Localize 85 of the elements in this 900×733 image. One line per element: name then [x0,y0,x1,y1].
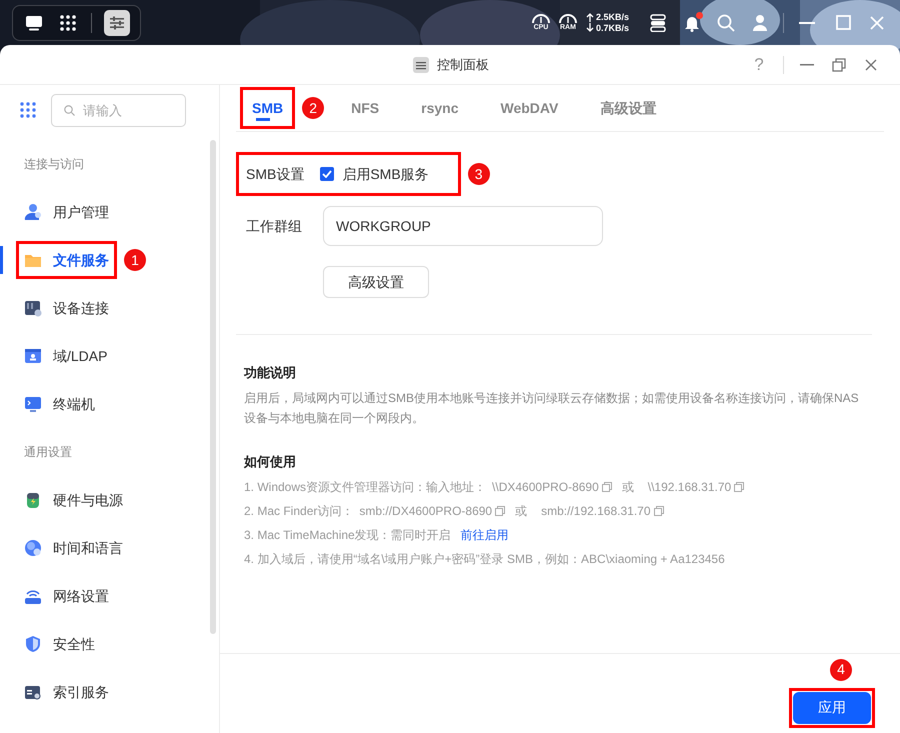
user-icon [752,14,768,32]
sidebar-item[interactable]: 终端机 [20,389,99,419]
control-panel-button[interactable] [104,10,130,36]
address-text: \\192.168.31.70 [648,479,732,496]
minimize-icon [800,64,814,66]
close-icon [870,16,884,30]
annotation-badge: 2 [302,97,324,119]
workgroup-field[interactable]: WORKGROUP [323,206,603,246]
sidebar-item-icon [24,683,42,701]
apps-icon [20,102,36,118]
annotation-badge: 1 [124,249,146,271]
annotation-badge: 3 [468,163,490,185]
address-text: smb://192.168.31.70 [541,503,651,520]
checkbox[interactable]: 启用SMB服务 [320,164,429,184]
copy-icon [495,506,506,516]
field-label: SMB设置 [246,164,304,184]
search-icon [64,104,75,116]
sidebar-item[interactable]: 网络设置 [20,581,113,611]
sliders-icon [416,60,426,70]
description-text: 启用后，局域网内可以通过SMB使用本地账号连接并访问绿联云存储数据；如需使用设备名称连接访问，请确保NAS设备与本地电脑在同一个网段内。 [244,390,860,426]
tab[interactable]: rsync [413,91,466,125]
apply-button[interactable]: 应用 [793,692,871,724]
tab[interactable]: SMB [244,91,292,125]
sidebar-item-icon [24,539,42,557]
monitor-icon [25,14,43,30]
close-icon [865,59,877,71]
tab[interactable]: NFS [343,91,388,125]
sidebar-item-icon [24,347,42,365]
instruction-text: 或 [622,479,634,496]
sliders-icon [109,16,125,30]
copy-button[interactable] [654,506,664,516]
sidebar-item-icon [24,395,42,413]
copy-icon [654,506,664,516]
download-speed: 0.7KB/s [596,22,629,34]
upload-speed: 2.5KB/s [596,12,629,22]
arrow-up-icon [586,12,594,22]
maximize-icon [836,15,850,30]
field-label: 工作群组 [245,216,303,236]
sidebar-item-icon [24,299,42,317]
section-heading: 如何使用 [244,452,297,470]
section-title: 通用设置 [23,444,73,461]
restore-button[interactable] [830,56,848,74]
sidebar-item[interactable]: 索引服务 [20,677,113,707]
sidebar-item-icon [24,203,42,221]
sidebar-item[interactable]: 时间和语言 [20,533,127,563]
instruction-text: 2. Mac Finder访问： [244,503,354,520]
server-icon [650,14,666,32]
sidebar-item-icon [24,635,42,653]
instruction-text: 3. Mac TimeMachine发现：需同时开启 [244,527,451,544]
minimize-icon [799,22,815,24]
sidebar-item[interactable]: 设备连接 [20,293,113,323]
search-icon [717,14,735,32]
sidebar-item[interactable]: 安全性 [20,629,99,659]
sidebar-item[interactable]: 硬件与电源 [20,485,127,515]
check-icon [322,170,332,178]
address-text: \\DX4600PRO-8690 [492,479,599,496]
advanced-settings-button[interactable]: 高级设置 [323,266,429,298]
copy-icon [734,482,744,492]
section-heading: 功能说明 [244,364,297,382]
selection-indicator [0,246,3,274]
tab[interactable]: WebDAV [492,91,566,125]
sidebar-item-icon [24,491,42,509]
instruction-text: 4. 加入域后，请使用“域名\域用户账户+密码”登录 SMB，例如：ABC\xiaoming + Aa123456 [244,551,725,568]
sidebar-item[interactable]: 域/LDAP [20,341,112,371]
copy-icon [602,482,612,492]
copy-button[interactable] [734,482,744,492]
grid-icon [59,14,77,32]
section-title: 连接与访问 [23,156,85,173]
enable-link[interactable]: 前往启用 [460,526,509,544]
tab[interactable]: 高级设置 [592,91,664,125]
arrow-down-icon [586,23,594,33]
restore-icon [832,58,846,72]
instruction-text: 或 [515,503,528,520]
gauge-icon [530,12,551,24]
address-text: smb://DX4600PRO-8690 [359,503,492,520]
search-field[interactable]: 请输入 [51,94,186,126]
copy-button[interactable] [495,506,506,516]
window-title: 控制面板 [437,56,489,74]
gauge-icon [558,12,578,24]
copy-button[interactable] [602,482,612,492]
sidebar-item[interactable]: 用户管理 [20,197,113,227]
sidebar-item[interactable]: 文件服务 [20,245,113,275]
instruction-text: 1. Windows资源文件管理器访问：输入地址： [244,479,486,496]
annotation-badge: 4 [830,658,852,680]
search-button[interactable] [715,12,737,34]
